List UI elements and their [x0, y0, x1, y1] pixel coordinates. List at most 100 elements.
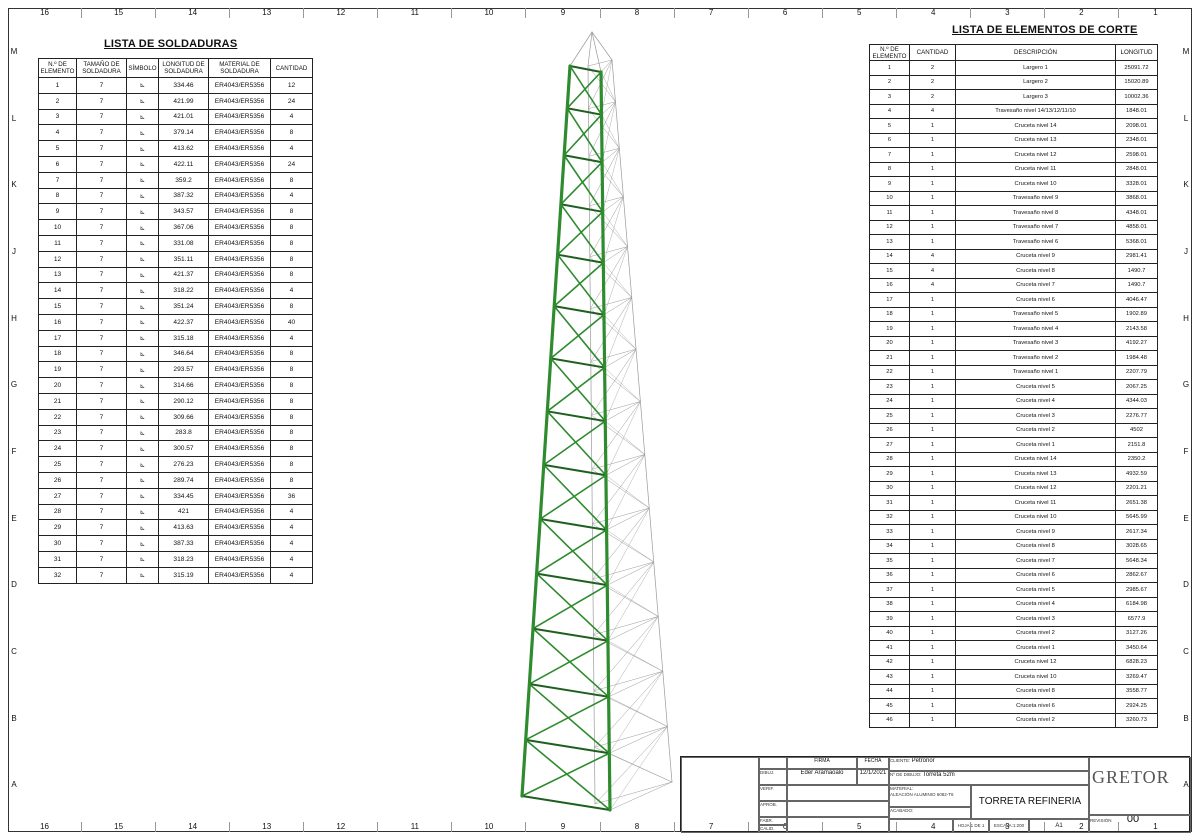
cut-header-element: N.º DE ELEMENTO: [869, 44, 910, 61]
weld-size: 7: [76, 219, 127, 236]
back-member: [602, 148, 620, 213]
cut-quantity: 1: [909, 219, 956, 235]
weld-length: 276.23: [158, 456, 209, 473]
weld-header-symbol: SÍMBOLO: [126, 58, 159, 78]
cut-length: 2207.79: [1115, 364, 1158, 380]
weld-material: ER4043/ER5356: [208, 487, 271, 505]
zone-ruler-top: 16 15 14 13 12 11 10 9 8 7 6 5 4 3 2 1: [8, 8, 1192, 18]
weld-size: 7: [76, 424, 127, 442]
zone-label: 13: [230, 8, 305, 18]
weld-size: 7: [76, 266, 127, 284]
cut-length: 2651.38: [1115, 495, 1158, 511]
table-row: 20 1 Travesaño nivel 3 4192.27: [869, 335, 1158, 351]
table-row: 32 1 Cruceta nivel 10 5645.99: [869, 509, 1158, 525]
cut-list-title: LISTA DE ELEMENTOS DE CORTE: [952, 24, 1138, 36]
weld-element-no: 1: [38, 77, 77, 94]
weld-material: ER4043/ER5356: [208, 219, 271, 236]
table-row: 13 1 Travesaño nivel 6 5368.01: [869, 234, 1158, 250]
cut-element-no: 3: [869, 89, 910, 105]
fillet-weld-icon: ⊾: [126, 408, 159, 426]
zone-label: J: [12, 246, 16, 256]
table-row: 22 7 ⊾ 309.66 ER4043/ER5356 8: [38, 408, 313, 426]
weld-quantity: 8: [270, 392, 313, 410]
cut-quantity: 1: [909, 524, 956, 540]
diagonal-member: [566, 71, 602, 110]
weld-quantity: 24: [270, 155, 313, 173]
weld-element-no: 9: [38, 203, 77, 221]
cut-element-no: 10: [869, 190, 910, 206]
table-row: 17 1 Cruceta nivel 6 4046.47: [869, 292, 1158, 308]
zone-label: 1: [1153, 8, 1158, 17]
weld-quantity: 8: [270, 361, 313, 379]
back-member: [590, 361, 641, 402]
back-member: [593, 616, 659, 692]
weld-element-no: 25: [38, 456, 77, 473]
zone-label: 4: [897, 8, 971, 18]
weld-length: 300.57: [158, 440, 209, 458]
weld-size: 7: [76, 203, 127, 221]
table-row: 29 1 Cruceta nivel 13 4932.59: [869, 466, 1158, 482]
weld-material: ER4043/ER5356: [208, 124, 271, 142]
table-row: 27 1 Cruceta nivel 1 2151.8: [869, 437, 1158, 453]
cut-description: Cruceta nivel 14: [955, 118, 1116, 134]
weld-size: 7: [76, 566, 127, 584]
weld-material: ER4043/ER5356: [208, 408, 271, 426]
weld-element-no: 30: [38, 535, 77, 552]
cut-element-no: 35: [869, 553, 910, 569]
back-member: [609, 781, 673, 811]
weld-length: 346.64: [158, 345, 209, 363]
cut-length: 6828.23: [1115, 654, 1158, 670]
weld-size: 7: [76, 298, 127, 315]
cut-element-no: 34: [869, 538, 910, 554]
fillet-weld-icon: ⊾: [126, 535, 159, 552]
cut-element-no: 12: [869, 219, 910, 235]
cut-description: Cruceta nivel 13: [955, 466, 1116, 482]
weld-element-no: 17: [38, 329, 77, 347]
table-row: 41 1 Cruceta nivel 1 3450.64: [869, 640, 1158, 656]
cut-length: 2098.01: [1115, 118, 1158, 134]
weld-size: 7: [76, 345, 127, 363]
cut-description: Cruceta nivel 4: [955, 596, 1116, 612]
weld-element-no: 12: [38, 250, 77, 268]
weld-material: ER4043/ER5356: [208, 187, 271, 205]
cut-length: 3028.65: [1115, 538, 1158, 554]
weld-size: 7: [76, 377, 127, 394]
weld-length: 367.06: [158, 219, 209, 236]
tb-revision-value: 00: [1126, 815, 1140, 825]
zone-label: 11: [378, 8, 453, 18]
table-row: 40 1 Cruceta nivel 2 3127.26: [869, 625, 1158, 641]
weld-quantity: 4: [270, 519, 313, 537]
diagonal-member: [569, 65, 603, 116]
table-row: 10 7 ⊾ 367.06 ER4043/ER5356 8: [38, 219, 313, 236]
weld-quantity: 8: [270, 440, 313, 458]
table-row: 39 1 Cruceta nivel 3 6577.9: [869, 611, 1158, 627]
weld-element-no: 15: [38, 298, 77, 315]
tb-dibuj-date: 12/1/2021: [857, 769, 889, 785]
horizontal-member: [553, 305, 605, 316]
cut-element-no: 40: [869, 625, 910, 641]
cut-length: 1902.89: [1115, 306, 1158, 322]
zone-label: 14: [156, 822, 231, 832]
back-member: [592, 454, 646, 525]
cut-element-no: 31: [869, 495, 910, 511]
cut-description: Cruceta nivel 10: [955, 176, 1116, 192]
weld-length: 351.24: [158, 298, 209, 315]
weld-length: 421: [158, 503, 209, 521]
table-row: 37 1 Cruceta nivel 5 2985.67: [869, 582, 1158, 598]
zone-label: 14: [156, 8, 231, 18]
weld-quantity: 4: [270, 140, 313, 157]
tb-material: MATERIAL: ALEACIÓN ALUMINIO 6082-T6: [889, 785, 971, 807]
cut-quantity: 1: [909, 335, 956, 351]
weld-length: 421.01: [158, 108, 209, 126]
table-row: 19 7 ⊾ 293.57 ER4043/ER5356 8: [38, 361, 313, 379]
weld-length: 343.57: [158, 203, 209, 221]
cut-description: Travesaño nivel 5: [955, 306, 1116, 322]
cut-length: 3127.26: [1115, 625, 1158, 641]
back-member: [605, 401, 641, 422]
cut-element-no: 8: [869, 161, 910, 177]
table-row: 28 1 Cruceta nivel 14 2350.2: [869, 451, 1158, 467]
cut-element-no: 32: [869, 509, 910, 525]
cut-length: 6184.98: [1115, 596, 1158, 612]
back-member: [602, 196, 624, 213]
cut-quantity: 4: [909, 277, 956, 293]
